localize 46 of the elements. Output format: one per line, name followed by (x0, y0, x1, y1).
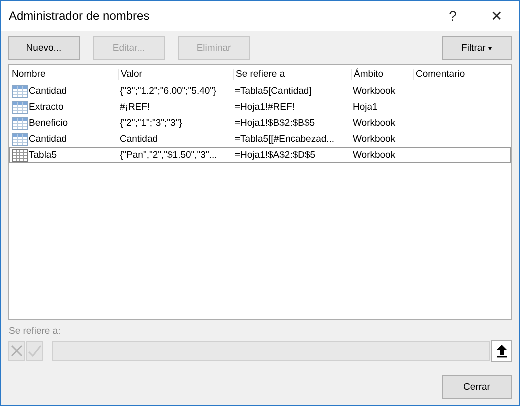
close-button[interactable]: ✕ (475, 1, 519, 31)
confirm-icon[interactable] (26, 341, 43, 361)
cancel-icon[interactable] (8, 341, 25, 361)
table-cell-text: {"2";"1";"3";"3"} (119, 118, 184, 128)
table-range-icon (12, 84, 28, 98)
name-text: Cantidad (29, 86, 68, 96)
up-arrow-icon (496, 344, 508, 358)
name-text: Cantidad (29, 134, 68, 144)
name-row[interactable]: Extracto #¡REF! =Hoja1!#REF! Hoja1 (9, 99, 511, 115)
toolbar-button[interactable]: Nuevo... (8, 36, 80, 60)
name-text: Tabla5 (29, 150, 57, 160)
name-row[interactable]: Beneficio {"2";"1";"3";"3"} =Hoja1!$B$2:$B$5 Workbook (9, 115, 511, 131)
table-icon (12, 148, 28, 162)
name-text: Extracto (29, 102, 64, 112)
refers-to-field[interactable] (52, 341, 490, 361)
table-cell-text: Workbook (352, 134, 397, 144)
table-cell-text: {"Pan","2","$1.50","3"... (119, 150, 218, 160)
help-button[interactable]: ? (431, 1, 475, 31)
table-cell-text: =Hoja1!$A$2:$D$5 (234, 150, 317, 160)
column-header[interactable]: Se refiere a (233, 68, 351, 80)
column-header[interactable]: Valor (118, 68, 233, 80)
table-cell-text: Workbook (352, 86, 397, 96)
column-header[interactable]: Comentario (413, 68, 510, 80)
table-cell-text: {"3";"1.2";"6.00";"5.40"} (119, 86, 218, 96)
table-cell-text: =Hoja1!$B$2:$B$5 (234, 118, 316, 128)
name-text: Beneficio (29, 118, 68, 128)
window-title: Administrador de nombres (9, 9, 151, 23)
table-cell-text: Cantidad (119, 134, 160, 144)
table-cell-text: =Hoja1!#REF! (234, 102, 296, 112)
name-row[interactable]: Cantidad {"3";"1.2";"6.00";"5.40"} =Tabla5[Cantidad] Workbook (9, 83, 511, 99)
table-cell-text: =Tabla5[[#Encabezad... (234, 134, 336, 144)
name-row[interactable]: Tabla5 {"Pan","2","$1.50","3"... =Hoja1!$A$2:$D$5 Workbook (9, 147, 511, 163)
table-cell-text: Workbook (352, 150, 397, 160)
column-header[interactable]: Ámbito (351, 68, 413, 80)
table-range-icon (12, 100, 28, 114)
table-cell-text: #¡REF! (119, 102, 152, 112)
refers-to-label: Se refiere a: (9, 326, 62, 337)
table-range-icon (12, 132, 28, 146)
table-range-icon (12, 116, 28, 130)
collapse-button[interactable] (491, 340, 512, 362)
table-cell-text: Hoja1 (352, 102, 379, 112)
close-dialog-button[interactable]: Cerrar (442, 375, 512, 399)
table-cell-text: Workbook (352, 118, 397, 128)
column-header[interactable]: Nombre (10, 68, 118, 80)
name-row[interactable]: Cantidad Cantidad =Tabla5[[#Encabezad... Workbook (9, 131, 511, 147)
table-cell-text: =Tabla5[Cantidad] (234, 86, 313, 96)
